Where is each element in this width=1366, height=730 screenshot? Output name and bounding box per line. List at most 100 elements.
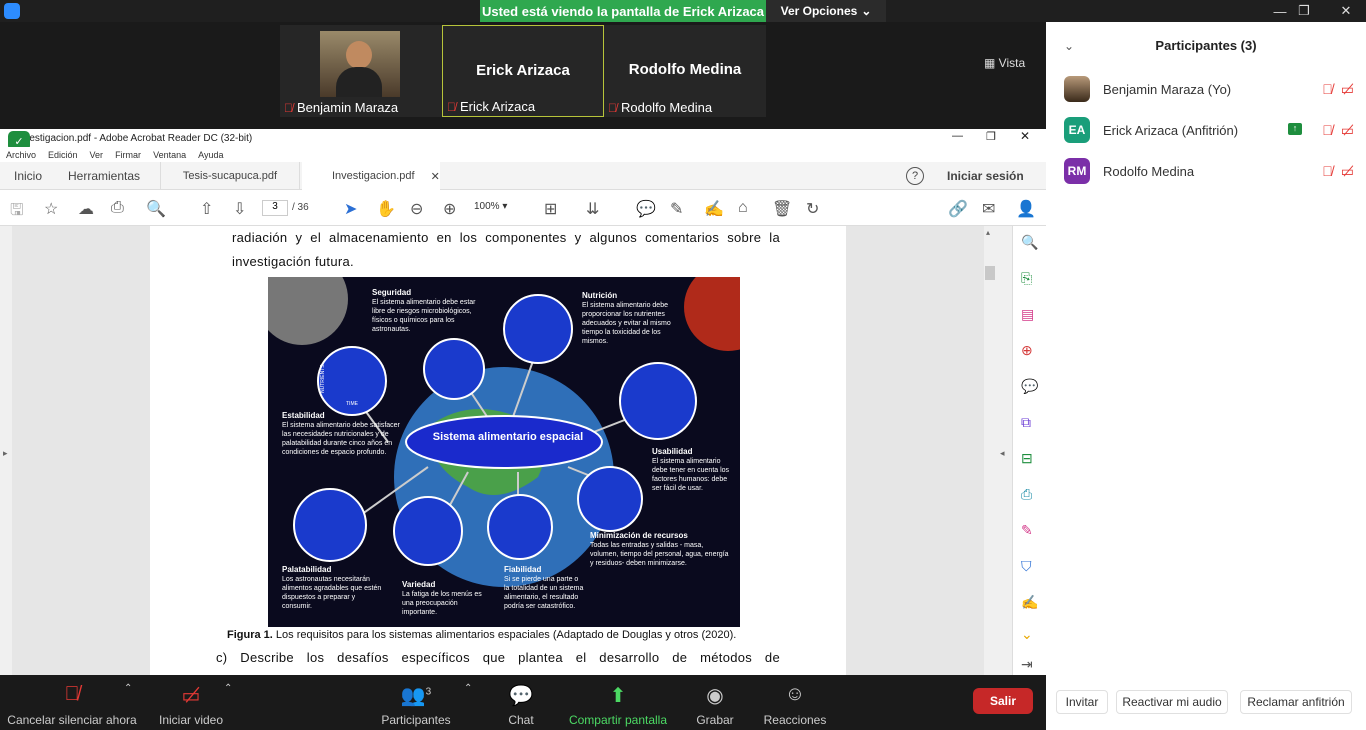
- view-options-button[interactable]: Ver Opciones ⌄: [766, 0, 886, 22]
- draw-icon[interactable]: ✍: [704, 199, 724, 219]
- close-window-button[interactable]: ✕: [1326, 0, 1366, 22]
- save-icon[interactable]: 🖫: [10, 199, 24, 226]
- fill-sign-icon[interactable]: ✎: [1021, 522, 1033, 539]
- print-icon[interactable]: ⎙: [111, 199, 124, 217]
- reactivate-audio-button[interactable]: Reactivar mi audio: [1116, 690, 1228, 714]
- participants-title: Participantes (3): [1155, 38, 1257, 53]
- organize-pages-icon[interactable]: ▤: [1021, 306, 1034, 323]
- zoom-out-icon[interactable]: ⊖: [410, 199, 423, 219]
- scan-icon[interactable]: ⎙: [1021, 486, 1032, 503]
- reactions-button[interactable]: ☺ Reacciones: [762, 683, 828, 727]
- record-icon: ◉: [706, 685, 724, 707]
- start-video-button[interactable]: ▭̸ Iniciar video: [154, 683, 228, 727]
- participant-row[interactable]: EA Erick Arizaca (Anfitrión) ↑ 🎙̸ ▭̸: [1064, 115, 1354, 145]
- page-down-icon[interactable]: ⇩: [233, 199, 246, 219]
- hand-icon[interactable]: ✋: [376, 199, 396, 219]
- protect-icon[interactable]: ⛉: [1021, 558, 1032, 575]
- zoom-level-select[interactable]: 100% ▾: [474, 201, 528, 217]
- send-signature-icon[interactable]: ✍: [1021, 594, 1038, 611]
- video-label: Iniciar video: [158, 713, 224, 727]
- acrobat-close-button[interactable]: ✕: [1020, 129, 1030, 143]
- video-tile-rodolfo[interactable]: Rodolfo Medina 🎙̸ Rodolfo Medina: [604, 25, 766, 117]
- tab-inicio[interactable]: Inicio: [14, 162, 42, 190]
- mic-off-icon: 🎙̸: [1322, 163, 1333, 179]
- compress-icon[interactable]: ⊟: [1021, 450, 1033, 467]
- document-area[interactable]: radiación y el almacenamiento en los com…: [12, 226, 984, 675]
- share-screen-button[interactable]: ⬆ Compartir pantalla: [566, 683, 670, 727]
- highlight-icon[interactable]: ✎: [670, 199, 683, 219]
- leave-button[interactable]: Salir: [973, 688, 1033, 714]
- zoom-in-icon[interactable]: ⊕: [443, 199, 456, 219]
- tab-investigacion[interactable]: Investigacion.pdf ✕: [302, 162, 440, 190]
- search-icon[interactable]: 🔍: [1021, 234, 1038, 251]
- meeting-toolbar: 🎙̸ Cancelar silenciar ahora ⌃ ▭̸ Iniciar v…: [0, 675, 1046, 730]
- grid-icon: ▦: [984, 56, 999, 70]
- restore-button[interactable]: ❐: [1290, 0, 1318, 22]
- claim-host-button[interactable]: Reclamar anfitrión: [1240, 690, 1352, 714]
- menu-archivo[interactable]: Archivo: [6, 150, 36, 160]
- video-tile-erick[interactable]: Erick Arizaca 🎙̸ Erick Arizaca: [442, 25, 604, 117]
- zoom-logo-icon: [4, 3, 20, 19]
- scroll-thumb[interactable]: [985, 266, 995, 280]
- create-pdf-icon[interactable]: ⊕: [1021, 342, 1033, 359]
- scroll-mode-icon[interactable]: ⇊: [586, 199, 599, 219]
- tab-investigacion-label: Investigacion.pdf: [332, 170, 415, 182]
- cursor-icon[interactable]: ➤: [344, 199, 357, 219]
- scroll-up-icon[interactable]: ▴: [986, 228, 990, 237]
- rotate-icon[interactable]: ↻: [806, 199, 819, 219]
- chat-button[interactable]: 💬 Chat: [500, 683, 542, 727]
- right-panel-toggle[interactable]: ◂: [998, 226, 1012, 675]
- star-icon[interactable]: ☆: [44, 199, 58, 219]
- tab-herramientas[interactable]: Herramientas: [68, 162, 140, 190]
- fit-page-icon[interactable]: ⊞: [544, 199, 557, 219]
- mail-icon[interactable]: ✉: [982, 199, 995, 219]
- combine-icon[interactable]: ⧉: [1021, 414, 1031, 431]
- participants-button[interactable]: 👥3 Participantes: [380, 683, 452, 727]
- participants-options-icon[interactable]: ⌃: [464, 683, 472, 694]
- menu-edicion[interactable]: Edición: [48, 150, 78, 160]
- record-button[interactable]: ◉ Grabar: [692, 683, 738, 727]
- share-screen-icon: ⬆: [609, 685, 627, 707]
- more-tools-icon[interactable]: ⌄: [1021, 626, 1033, 643]
- audio-options-icon[interactable]: ⌃: [124, 683, 132, 694]
- delete-icon[interactable]: 🗑: [772, 199, 792, 219]
- zoom-search-icon[interactable]: 🔍: [146, 199, 166, 219]
- page-number-input[interactable]: 3: [262, 200, 288, 216]
- view-button[interactable]: ▦ Vista: [984, 56, 1025, 70]
- participant-row[interactable]: RM Rodolfo Medina 🎙̸ ▭̸: [1064, 156, 1354, 186]
- add-user-icon[interactable]: 👤: [1016, 199, 1036, 219]
- pdf-page: radiación y el almacenamiento en los com…: [150, 226, 846, 675]
- tab-tesis[interactable]: Tesis-sucapuca.pdf: [160, 162, 300, 190]
- collapse-tools-icon[interactable]: ⇥: [1021, 656, 1033, 673]
- upload-icon[interactable]: ☁: [78, 199, 94, 219]
- export-pdf-icon[interactable]: ⎘: [1021, 270, 1032, 287]
- mute-button[interactable]: 🎙̸ Cancelar silenciar ahora: [6, 683, 138, 727]
- menu-ventana[interactable]: Ventana: [153, 150, 186, 160]
- menu-ver[interactable]: Ver: [90, 150, 104, 160]
- collapse-right-icon: ◂: [1000, 448, 1005, 458]
- comment-tool-icon[interactable]: 💬: [1021, 378, 1038, 395]
- caption-label: Figura 1.: [227, 629, 273, 641]
- stamp-icon[interactable]: ⌂: [738, 199, 748, 217]
- mic-off-icon: 🎙̸: [608, 100, 617, 115]
- video-options-icon[interactable]: ⌃: [224, 683, 232, 694]
- invite-button[interactable]: Invitar: [1056, 690, 1108, 714]
- sign-in-button[interactable]: Iniciar sesión: [947, 162, 1024, 190]
- comment-icon[interactable]: 💬: [636, 199, 656, 219]
- page-up-icon[interactable]: ⇧: [200, 199, 213, 219]
- figure-center-label: Sistema alimentario espacial: [432, 431, 584, 443]
- help-icon[interactable]: ?: [906, 167, 924, 185]
- chat-icon: 💬: [508, 685, 534, 707]
- menu-firmar[interactable]: Firmar: [115, 150, 141, 160]
- left-panel-toggle[interactable]: ▸: [0, 226, 12, 675]
- video-tile-benjamin[interactable]: 🎙̸ Benjamin Maraza: [280, 25, 442, 117]
- close-tab-icon[interactable]: ✕: [431, 170, 440, 183]
- chevron-down-icon: ⌄: [861, 4, 872, 18]
- menu-ayuda[interactable]: Ayuda: [198, 150, 223, 160]
- link-icon[interactable]: 🔗: [948, 199, 968, 219]
- acrobat-minimize-button[interactable]: —: [952, 130, 963, 142]
- vertical-scrollbar[interactable]: ▴: [984, 226, 996, 675]
- participant-row[interactable]: Benjamin Maraza (Yo) 🎙̸ ▭̸: [1064, 74, 1354, 104]
- acrobat-restore-button[interactable]: ❐: [986, 130, 996, 143]
- acrobat-title: Investigacion.pdf - Adobe Acrobat Reader…: [16, 132, 253, 144]
